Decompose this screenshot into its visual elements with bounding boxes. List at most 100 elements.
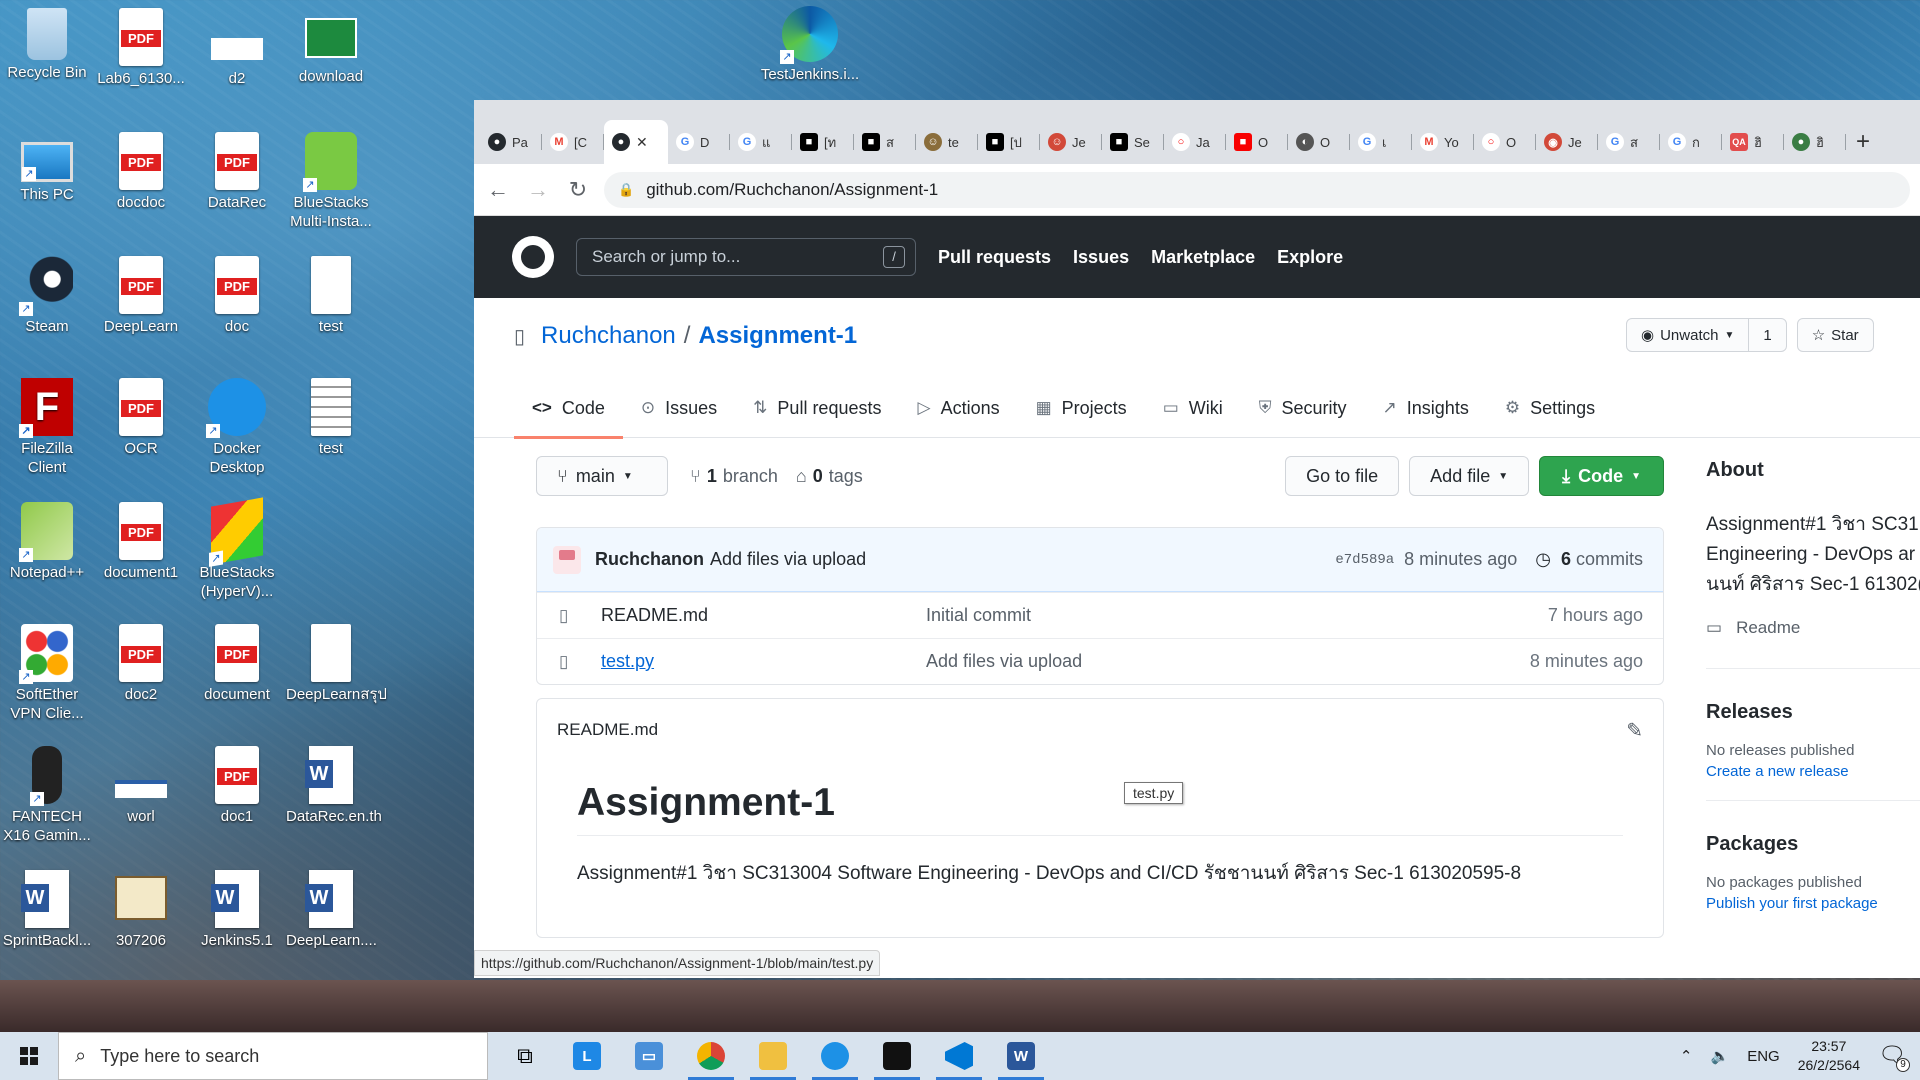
taskbar-app-file-explorer[interactable] (742, 1032, 804, 1080)
github-logo-icon[interactable] (512, 236, 554, 278)
desktop-icon-softether[interactable]: SoftEther VPN Clie... (2, 624, 92, 723)
tab-pull-requests[interactable]: ⇅ Pull requests (735, 378, 899, 438)
desktop-icon-docker[interactable]: Docker Desktop (192, 378, 282, 477)
commit-author-link[interactable]: Ruchchanon (595, 549, 704, 570)
tab-code[interactable]: <> Code (514, 378, 623, 439)
taskbar-app-docker[interactable] (804, 1032, 866, 1080)
file-name-link[interactable]: test.py (601, 651, 926, 672)
taskbar-app-vscode[interactable] (928, 1032, 990, 1080)
create-release-link[interactable]: Create a new release (1706, 763, 1920, 780)
browser-tab[interactable]: Gส (1598, 120, 1660, 164)
input-language[interactable]: ENG (1747, 1048, 1780, 1065)
back-arrow-icon[interactable]: ← (484, 177, 512, 203)
browser-tab[interactable]: ○ O (1474, 120, 1536, 164)
taskbar-search-input[interactable]: ⌕ Type here to search (58, 1032, 488, 1080)
desktop-icon-download[interactable]: download (286, 8, 376, 86)
desktop-icon-datarec-enth[interactable]: DataRec.en.th (286, 746, 382, 826)
clock[interactable]: 23:57 26/2/2564 (1798, 1037, 1860, 1075)
desktop-icon-deeplearn-summary[interactable]: DeepLearnสรุป (286, 624, 387, 704)
browser-tab[interactable]: ■ ส (854, 120, 916, 164)
browser-tab[interactable]: ■ Se (1102, 120, 1164, 164)
task-view-button[interactable]: ⧉ (494, 1032, 556, 1080)
desktop-icon-doc2[interactable]: doc2 (96, 624, 186, 704)
browser-tab[interactable]: ◐ O (1288, 120, 1350, 164)
unwatch-button[interactable]: ◉ Unwatch ▼ (1627, 319, 1748, 351)
desktop-icon-test-text[interactable]: test (286, 378, 376, 458)
new-tab-button[interactable]: + (1846, 120, 1880, 164)
desktop-icon-ocr[interactable]: OCR (96, 378, 186, 458)
tab-actions[interactable]: ▷ Actions (899, 378, 1017, 438)
github-search-input[interactable]: Search or jump to... / (576, 238, 916, 276)
desktop-icon-fantech[interactable]: FANTECH X16 Gamin... (2, 746, 92, 845)
desktop-icon-this-pc[interactable]: This PC (2, 132, 92, 204)
file-commit-message-link[interactable]: Initial commit (926, 605, 1548, 626)
browser-tab[interactable]: ☺ te (916, 120, 978, 164)
desktop-icon-test-blank[interactable]: test (286, 256, 376, 336)
tab-security[interactable]: ⛨ Security (1241, 378, 1365, 438)
browser-tab[interactable]: Gก (1660, 120, 1722, 164)
desktop-icon-docdoc[interactable]: docdoc (96, 132, 186, 212)
desktop-icon-notepadpp[interactable]: Notepad++ (2, 502, 92, 582)
taskbar-app-computer[interactable]: ▭ (618, 1032, 680, 1080)
taskbar-app-chrome[interactable] (680, 1032, 742, 1080)
tab-projects[interactable]: ▦ Projects (1018, 378, 1145, 438)
browser-tab[interactable]: ■ [ป (978, 120, 1040, 164)
browser-tab[interactable]: M [C (542, 120, 604, 164)
taskbar-app-word[interactable]: W (990, 1032, 1052, 1080)
nav-pull-requests[interactable]: Pull requests (938, 247, 1051, 268)
releases-title[interactable]: Releases (1706, 701, 1920, 724)
browser-tab[interactable]: ● ฮิ (1784, 120, 1846, 164)
desktop-icon-steam[interactable]: Steam (2, 256, 92, 336)
browser-tab[interactable]: M Yo (1412, 120, 1474, 164)
desktop-icon-bluestacks-hyperv[interactable]: BlueStacks (HyperV)... (192, 497, 282, 601)
browser-tab-active[interactable]: ● ✕ (604, 120, 668, 164)
watch-count[interactable]: 1 (1748, 319, 1785, 351)
browser-tab[interactable]: Gแ (730, 120, 792, 164)
commit-sha-link[interactable]: e7d589a (1335, 552, 1394, 568)
branch-select-button[interactable]: ⑂ main ▼ (536, 456, 668, 496)
nav-explore[interactable]: Explore (1277, 247, 1343, 268)
desktop-icon-doc1[interactable]: doc1 (192, 746, 282, 826)
pencil-icon[interactable]: ✎ (1626, 718, 1643, 743)
browser-tab[interactable]: Gเ (1350, 120, 1412, 164)
desktop-icon-jenkins51[interactable]: Jenkins5.1 (192, 870, 282, 950)
notification-center-button[interactable]: 🗨 9 (1878, 1042, 1910, 1072)
forward-arrow-icon[interactable]: → (524, 177, 552, 203)
code-download-button[interactable]: ⤓ Code ▼ (1539, 456, 1664, 496)
repo-owner-link[interactable]: Ruchchanon (541, 322, 676, 350)
taskbar-app-terminal[interactable] (866, 1032, 928, 1080)
readme-link[interactable]: ▭ Readme (1706, 618, 1920, 669)
browser-tab[interactable]: ■ [ท (792, 120, 854, 164)
desktop-icon-lab6[interactable]: Lab6_6130... (96, 8, 186, 88)
file-commit-message-link[interactable]: Add files via upload (926, 651, 1530, 672)
desktop-icon-document1[interactable]: document1 (96, 502, 186, 582)
desktop-icon-deeplearn-word[interactable]: DeepLearn.... (286, 870, 377, 950)
avatar[interactable] (553, 545, 581, 574)
tags-link[interactable]: ⌂ 0 tags (796, 466, 863, 487)
browser-tab[interactable]: ○ Ja (1164, 120, 1226, 164)
browser-tab[interactable]: ● Pa (480, 120, 542, 164)
tab-insights[interactable]: ↗ Insights (1365, 378, 1487, 438)
packages-title[interactable]: Packages (1706, 833, 1920, 856)
browser-tab[interactable]: ■ O (1226, 120, 1288, 164)
desktop-icon-filezilla[interactable]: F FileZilla Client (2, 378, 92, 477)
browser-tab[interactable]: ☺ Je (1040, 120, 1102, 164)
branches-link[interactable]: ⑂ 1 branch (690, 466, 778, 487)
repo-name-link[interactable]: Assignment-1 (698, 322, 857, 350)
file-name-link[interactable]: README.md (601, 605, 926, 626)
desktop-icon-sprintbacklog[interactable]: SprintBackl... (2, 870, 92, 950)
browser-tab[interactable]: ◉ Je (1536, 120, 1598, 164)
nav-issues[interactable]: Issues (1073, 247, 1129, 268)
desktop-icon-worl[interactable]: worl (96, 746, 186, 826)
commits-link[interactable]: 6 commits (1561, 549, 1643, 570)
tab-wiki[interactable]: ▭ Wiki (1145, 378, 1241, 438)
tab-issues[interactable]: ⊙ Issues (623, 378, 735, 438)
taskbar-app-launcher[interactable]: L (556, 1032, 618, 1080)
commit-message-link[interactable]: Add files via upload (710, 549, 866, 570)
star-button[interactable]: ☆ Star (1798, 319, 1873, 351)
desktop-icon-recycle-bin[interactable]: Recycle Bin (2, 8, 92, 82)
reload-icon[interactable]: ↻ (564, 177, 592, 203)
desktop-icon-datarec[interactable]: DataRec (192, 132, 282, 212)
desktop-icon-document[interactable]: document (192, 624, 282, 704)
add-file-button[interactable]: Add file ▼ (1409, 456, 1530, 496)
